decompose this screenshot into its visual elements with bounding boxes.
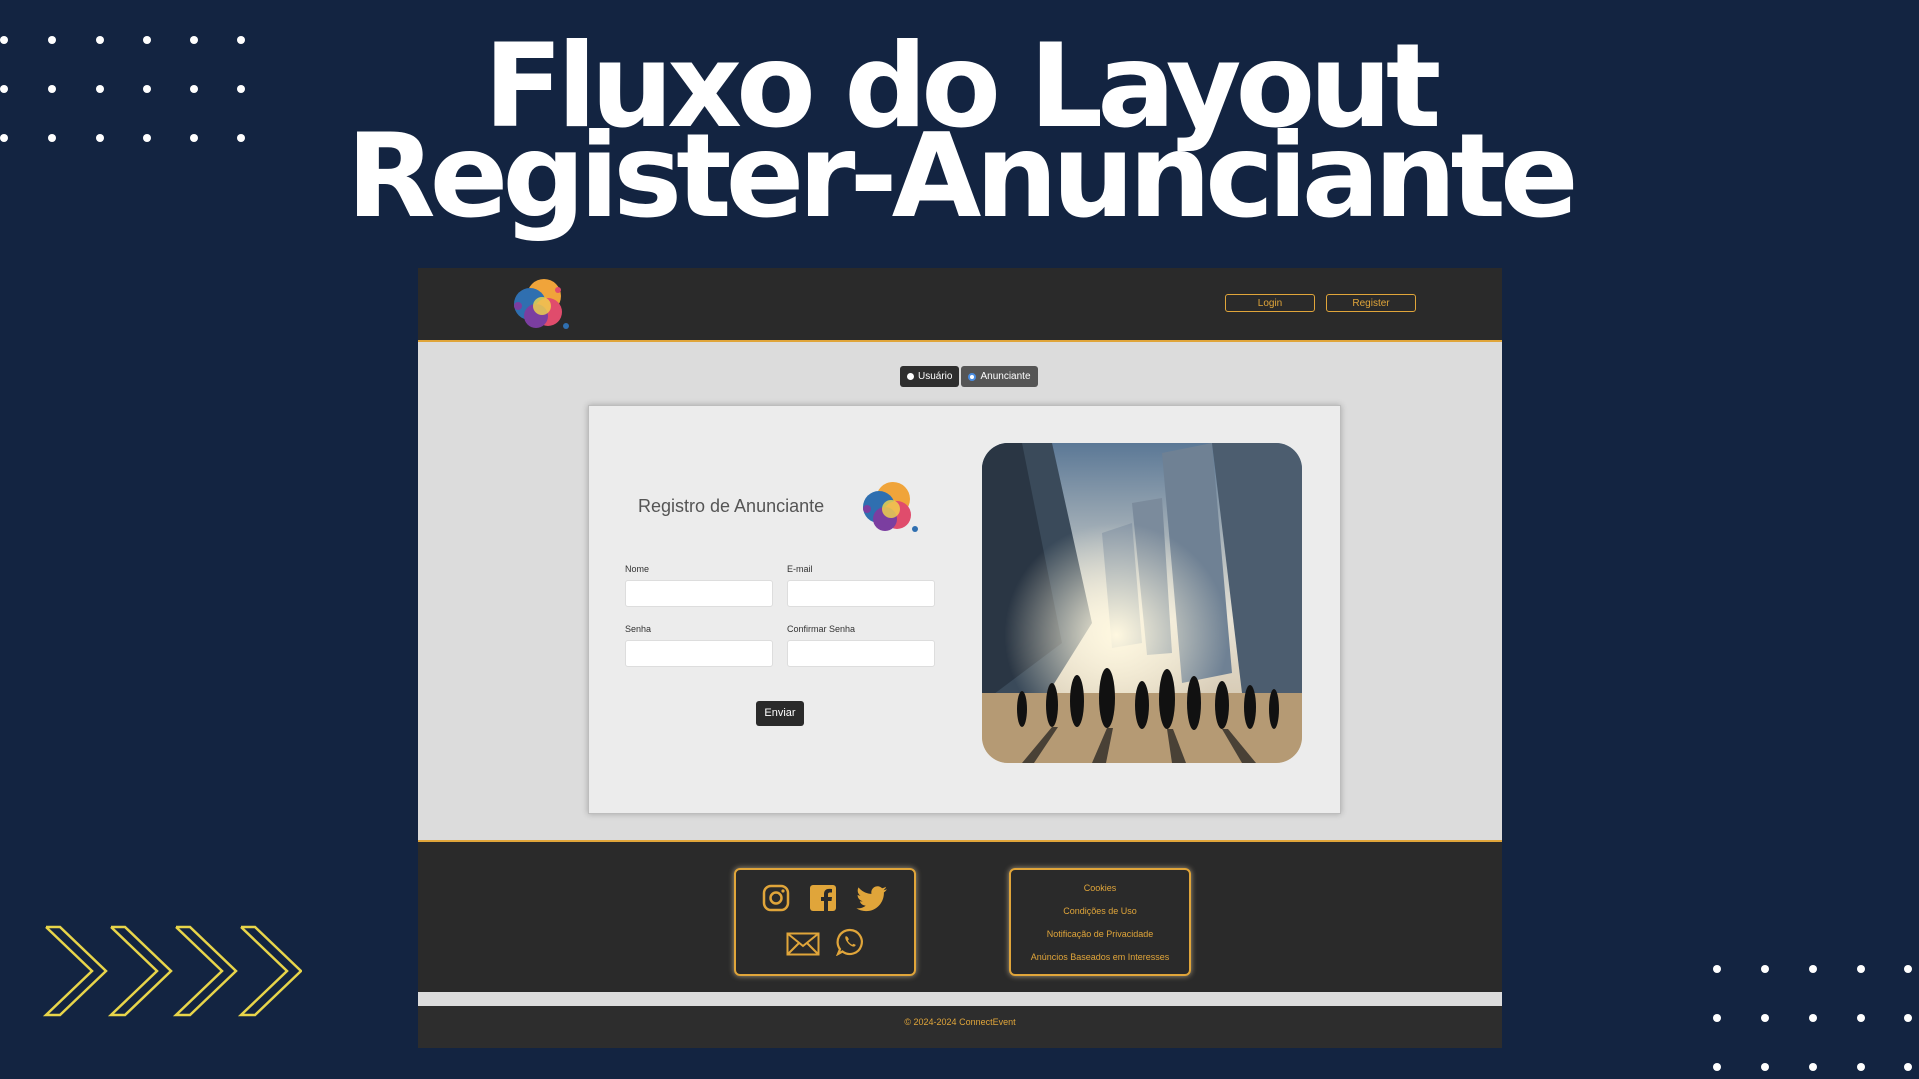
multicolor-bubble-logo-icon bbox=[863, 482, 918, 532]
user-type-label: Usuário bbox=[918, 371, 953, 382]
city-business-people-image bbox=[982, 443, 1302, 763]
name-input[interactable] bbox=[625, 580, 773, 607]
chevron-arrows-icon bbox=[42, 925, 302, 1017]
multicolor-bubble-logo-icon[interactable] bbox=[508, 276, 574, 334]
radio-unchecked-icon bbox=[907, 373, 914, 380]
facebook-icon[interactable] bbox=[809, 884, 837, 912]
site-footer: Cookies Condições de Uso Notificação de … bbox=[418, 840, 1502, 992]
interest-based-ads-link[interactable]: Anúncios Baseados em Interesses bbox=[1011, 952, 1189, 962]
register-card: Registro de Anunciante Nome E-mail Senha… bbox=[588, 405, 1341, 814]
radio-checked-icon bbox=[968, 372, 977, 381]
confirm-password-label: Confirmar Senha bbox=[787, 624, 856, 634]
whatsapp-icon[interactable] bbox=[836, 928, 864, 956]
account-type-toggle: Usuário Anunciante bbox=[900, 366, 1038, 387]
top-navbar: Login Register bbox=[418, 268, 1502, 342]
password-label: Senha bbox=[625, 624, 652, 634]
cookies-link[interactable]: Cookies bbox=[1011, 883, 1189, 893]
register-page-mockup: Login Register Usuário Anunciante Regist… bbox=[418, 268, 1502, 1048]
slide-title-line-2: Register-Anunciante bbox=[346, 109, 1578, 244]
email-label: E-mail bbox=[787, 564, 813, 574]
legal-links-box: Cookies Condições de Uso Notificação de … bbox=[1009, 868, 1191, 976]
advertiser-type-option[interactable]: Anunciante bbox=[961, 366, 1038, 387]
register-button[interactable]: Register bbox=[1326, 294, 1416, 312]
name-label: Nome bbox=[625, 564, 650, 574]
email-input[interactable] bbox=[787, 580, 935, 607]
form-title: Registro de Anunciante bbox=[638, 496, 825, 516]
password-input[interactable] bbox=[625, 640, 773, 667]
social-links-box bbox=[734, 868, 916, 976]
confirm-password-input[interactable] bbox=[787, 640, 935, 667]
slide-title: Fluxo do Layout Register-Anunciante bbox=[0, 29, 1919, 244]
login-button[interactable]: Login bbox=[1225, 294, 1315, 312]
mail-icon[interactable] bbox=[786, 932, 820, 956]
advertiser-type-label: Anunciante bbox=[980, 371, 1031, 382]
submit-button[interactable]: Enviar bbox=[756, 701, 804, 726]
instagram-icon[interactable] bbox=[762, 884, 790, 912]
privacy-notice-link[interactable]: Notificação de Privacidade bbox=[1011, 929, 1189, 939]
twitter-icon[interactable] bbox=[856, 886, 888, 912]
terms-of-use-link[interactable]: Condições de Uso bbox=[1011, 906, 1189, 916]
user-type-option[interactable]: Usuário bbox=[900, 366, 960, 387]
copyright-bar: © 2024-2024 ConnectEvent bbox=[418, 1006, 1502, 1048]
